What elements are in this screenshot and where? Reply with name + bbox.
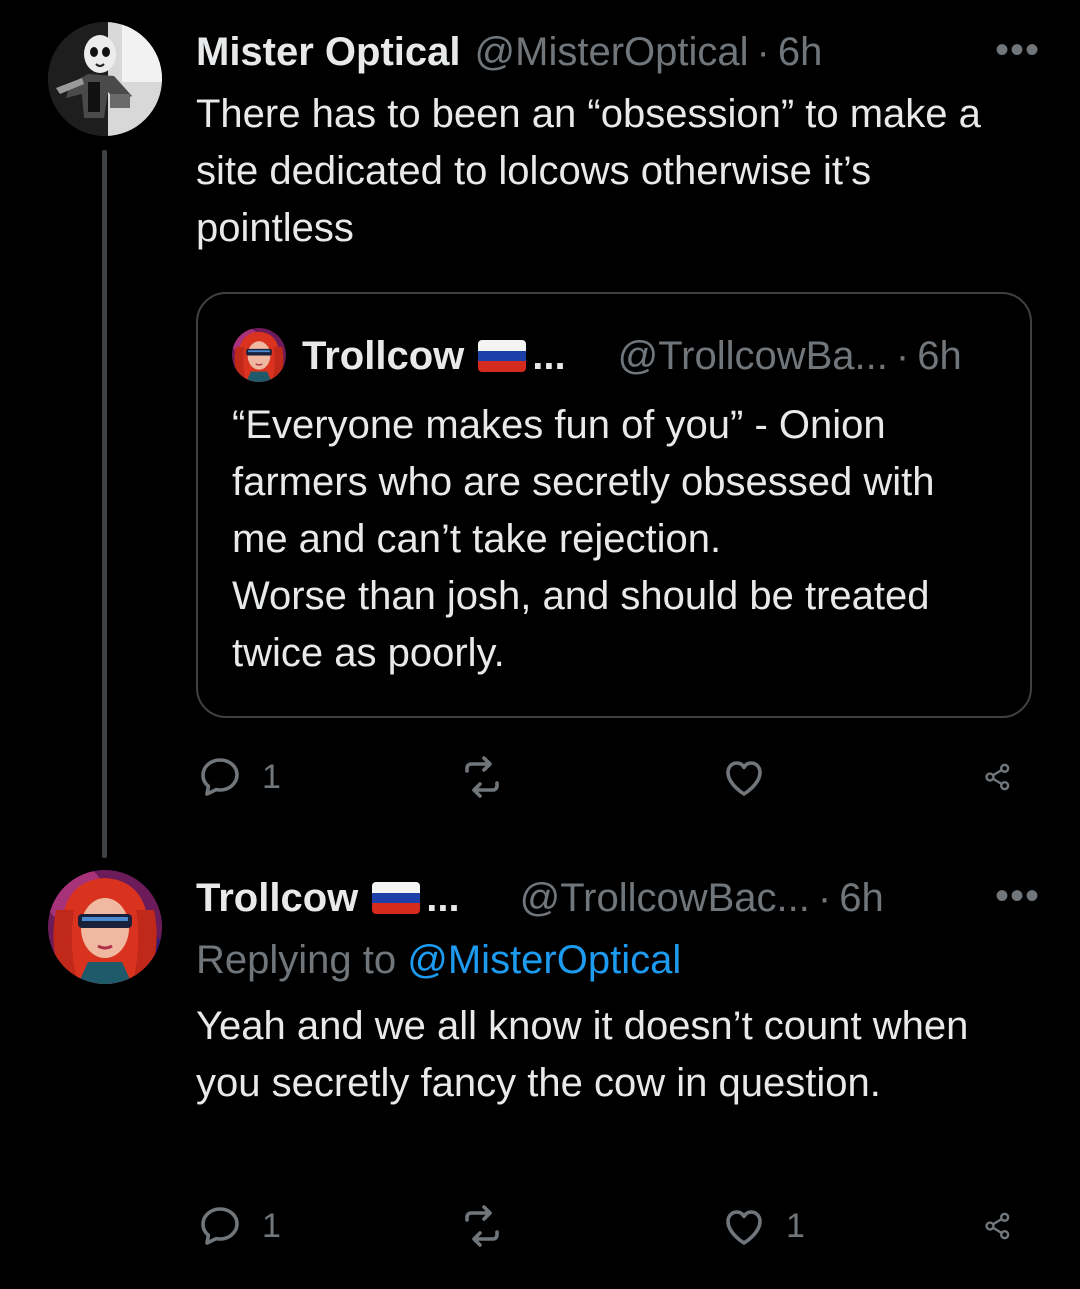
avatar-image [48, 22, 162, 136]
avatar-trollcow[interactable] [232, 328, 286, 382]
tweet-header: Mister Optical @MisterOptical · 6h ••• [196, 24, 1040, 80]
name-truncation: ... [426, 875, 460, 920]
quoted-tweet[interactable]: Trollcow ... @TrollcowBa... · 6h “Everyo… [196, 292, 1032, 718]
reply-button[interactable]: 1 [196, 753, 326, 801]
quoted-text-line: “Everyone makes fun of you” - Onion farm… [232, 403, 935, 561]
mention-link[interactable]: @MisterOptical [407, 938, 681, 982]
avatar-trollcow[interactable] [48, 870, 162, 984]
display-name[interactable]: Trollcow [302, 334, 464, 379]
replying-to: Replying to @MisterOptical [196, 934, 681, 986]
heart-icon [726, 761, 762, 796]
username[interactable]: @TrollcowBa... [618, 334, 888, 379]
reply-count: 1 [262, 757, 281, 796]
avatar-image [232, 328, 286, 382]
retweet-icon [465, 756, 499, 798]
more-options-icon[interactable]: ••• [995, 876, 1040, 916]
avatar-image [48, 870, 162, 984]
separator-dot: · [756, 29, 770, 74]
retweet-button[interactable] [458, 753, 588, 801]
timestamp[interactable]: 6h [917, 334, 962, 379]
display-name[interactable]: Trollcow [196, 876, 358, 921]
tweet-text: Yeah and we all know it doesn’t count wh… [196, 1004, 969, 1105]
share-icon [985, 763, 1010, 791]
like-button[interactable]: 1 [720, 1202, 850, 1250]
username[interactable]: @TrollcowBac... [520, 876, 810, 921]
share-icon [985, 1212, 1010, 1240]
avatar-mister-optical[interactable] [48, 22, 162, 136]
tweet-text: There has to been an “obsession” to make… [196, 92, 981, 250]
reply-icon [201, 1207, 239, 1245]
action-bar: 1 [196, 752, 1032, 802]
retweet-button[interactable] [458, 1202, 588, 1250]
tweet-header: Trollcow ... @TrollcowBac... · 6h ••• [196, 870, 1040, 926]
username[interactable]: @MisterOptical [475, 30, 749, 75]
share-button[interactable] [982, 1202, 1032, 1250]
separator-dot: · [817, 875, 832, 920]
reply-button[interactable]: 1 [196, 1202, 326, 1250]
timestamp[interactable]: 6h [839, 876, 884, 921]
like-count: 1 [786, 1206, 805, 1245]
conversation-thread: Mister Optical @MisterOptical · 6h ••• T… [0, 0, 1080, 1289]
russia-flag-icon [372, 882, 421, 914]
thread-connector-line [102, 150, 107, 858]
reply-icon [201, 758, 239, 796]
russia-flag-icon [478, 340, 527, 372]
quoted-text-line: Worse than josh, and should be treated t… [232, 574, 930, 675]
tweet[interactable]: Mister Optical @MisterOptical · 6h ••• T… [0, 0, 1080, 858]
action-bar: 1 1 [196, 1201, 1032, 1251]
more-options-icon[interactable]: ••• [995, 30, 1040, 70]
heart-icon [726, 1210, 762, 1245]
like-button[interactable] [720, 753, 850, 801]
separator-dot: · [895, 333, 910, 378]
quoted-tweet-header: Trollcow ... @TrollcowBa... · 6h [302, 328, 962, 384]
name-truncation: ... [532, 333, 566, 378]
retweet-icon [465, 1205, 499, 1247]
replying-prefix: Replying to [196, 938, 397, 982]
reply-count: 1 [262, 1206, 281, 1245]
quoted-tweet-text: “Everyone makes fun of you” - Onion farm… [232, 397, 1000, 682]
share-button[interactable] [982, 753, 1032, 801]
timestamp[interactable]: 6h [778, 30, 823, 75]
display-name[interactable]: Mister Optical [196, 30, 461, 75]
tweet[interactable]: Trollcow ... @TrollcowBac... · 6h ••• Re… [0, 858, 1080, 1289]
